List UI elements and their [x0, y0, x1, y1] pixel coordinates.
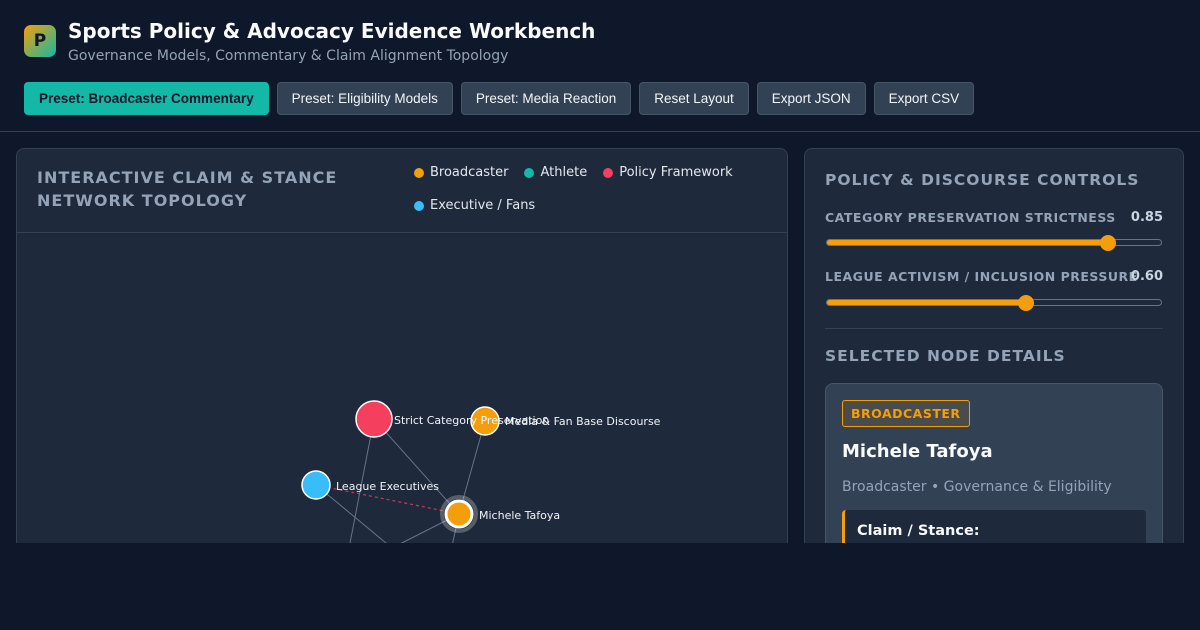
node-label: Michele Tafoya — [479, 509, 560, 522]
divider — [825, 328, 1163, 329]
policy-framework-swatch — [603, 167, 614, 178]
strictness-label: CATEGORY PRESERVATION STRICTNESS — [825, 210, 1116, 225]
selected-node-name: Michele Tafoya — [842, 441, 993, 462]
selected-node-card: BROADCASTER Michele Tafoya Broadcaster •… — [825, 383, 1163, 567]
export-json-button[interactable]: Export JSON — [756, 82, 866, 115]
legend-item-broadcaster[interactable]: Broadcaster — [414, 165, 508, 180]
slider-fill — [827, 240, 1108, 245]
edge — [315, 484, 393, 549]
slider-fill — [827, 300, 1026, 305]
activism-value: 0.60 — [1130, 269, 1163, 284]
network-panel: Interactive Claim & Stance Network Topol… — [16, 148, 788, 568]
network-graph[interactable]: Strict Category Preservation Media & Fan… — [17, 233, 788, 568]
node-michele-tafoya[interactable] — [444, 499, 474, 529]
legend: Broadcaster Athlete Policy Framework Exe… — [414, 165, 774, 213]
broadcaster-swatch — [414, 167, 424, 178]
network-panel-title: Interactive Claim & Stance Network Topol… — [37, 168, 338, 210]
node-label: League Executives — [336, 480, 439, 493]
app-subtitle: Governance Models, Commentary & Claim Al… — [68, 48, 509, 64]
app-header: P Sports Policy & Advocacy Evidence Work… — [0, 0, 1200, 132]
legend-label: Executive / Fans — [430, 198, 536, 213]
preset-broadcaster-commentary-button[interactable]: Preset: Broadcaster Commentary — [24, 82, 269, 115]
app-title: Sports Policy & Advocacy Evidence Workbe… — [68, 19, 596, 43]
node-type-badge: BROADCASTER — [842, 400, 970, 427]
node-league-executives[interactable] — [301, 470, 331, 500]
reset-layout-button[interactable]: Reset Layout — [639, 82, 749, 115]
legend-item-executive-fans[interactable]: Executive / Fans — [414, 198, 535, 213]
node-strict-category-preservation[interactable] — [355, 400, 393, 438]
activism-slider[interactable] — [826, 295, 1162, 311]
preset-eligibility-models-button[interactable]: Preset: Eligibility Models — [276, 82, 453, 115]
preset-toolbar: Preset: Broadcaster Commentary Preset: E… — [24, 82, 975, 115]
athlete-swatch — [524, 167, 535, 178]
legend-label: Athlete — [540, 165, 588, 180]
slider-thumb[interactable] — [1017, 295, 1034, 311]
controls-title: POLICY & DISCOURSE CONTROLS — [825, 171, 1140, 189]
network-panel-header: Interactive Claim & Stance Network Topol… — [17, 149, 787, 233]
export-csv-button[interactable]: Export CSV — [873, 82, 975, 115]
controls-panel: POLICY & DISCOURSE CONTROLS CATEGORY PRE… — [804, 148, 1184, 568]
legend-item-policy-framework[interactable]: Policy Framework — [603, 165, 733, 180]
activism-label: LEAGUE ACTIVISM / INCLUSION PRESSURE — [825, 269, 1138, 284]
legend-item-athlete[interactable]: Athlete — [524, 165, 587, 180]
node-label: Media & Fan Base Discourse — [505, 415, 661, 428]
details-title: SELECTED NODE DETAILS — [825, 347, 1066, 365]
claim-stance-title: Claim / Stance: — [857, 523, 980, 539]
strictness-value: 0.85 — [1130, 210, 1163, 225]
slider-thumb[interactable] — [1099, 235, 1116, 251]
legend-label: Policy Framework — [619, 165, 733, 180]
preset-media-reaction-button[interactable]: Preset: Media Reaction — [460, 82, 632, 115]
strictness-slider[interactable] — [826, 235, 1162, 251]
selected-node-meta: Broadcaster • Governance & Eligibility — [842, 479, 1112, 495]
app-logo: P — [24, 25, 56, 57]
viewport-bottom-band — [0, 543, 1200, 630]
legend-label: Broadcaster — [430, 165, 509, 180]
executive-fans-swatch — [414, 200, 424, 211]
